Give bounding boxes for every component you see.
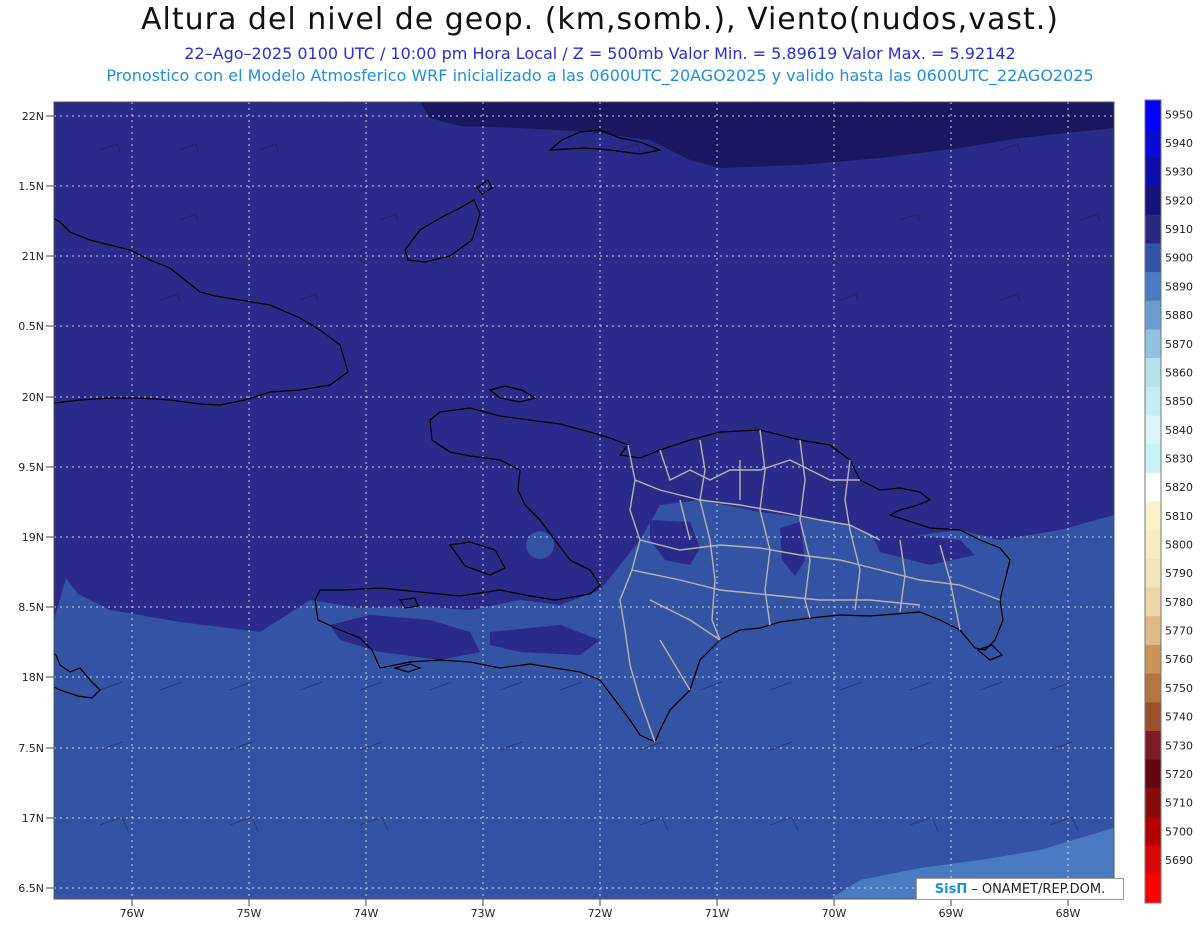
colorbar-label: 5820 <box>1165 481 1193 494</box>
colorbar-swatch <box>1145 329 1161 359</box>
colorbar-swatch <box>1145 472 1161 502</box>
lon-label: 72W <box>588 907 613 920</box>
colorbar-swatch <box>1145 386 1161 416</box>
colorbar-swatch <box>1145 415 1161 445</box>
colorbar-swatch <box>1145 730 1161 761</box>
colorbar-label: 5900 <box>1165 252 1193 265</box>
colorbar-swatch <box>1145 128 1161 158</box>
lat-label: 20N <box>22 391 44 404</box>
lon-label: 69W <box>939 907 964 920</box>
colorbar-swatch <box>1145 444 1161 474</box>
lat-label: 19N <box>22 531 44 544</box>
colorbar-label: 5810 <box>1165 510 1193 523</box>
colorbar-label: 5870 <box>1165 338 1193 351</box>
lat-label: 8.5N <box>18 601 44 614</box>
lat-label: 21N <box>22 250 44 263</box>
colorbar-label: 5740 <box>1165 711 1193 724</box>
colorbar-label: 5800 <box>1165 539 1193 552</box>
lon-label: 73W <box>471 907 496 920</box>
colorbar-label: 5860 <box>1165 366 1193 379</box>
colorbar-swatch <box>1145 759 1161 789</box>
map-figure: 22N 1.5N 21N 0.5N 20N 9.5N 19N 8.5N 18N … <box>18 99 1193 920</box>
credit-text: – ONAMET/REP.DOM. <box>971 881 1106 897</box>
colorbar-swatch <box>1145 272 1161 302</box>
lat-label: 17N <box>22 812 44 825</box>
lat-label: 7.5N <box>18 742 44 755</box>
field-blob <box>526 531 554 559</box>
lon-label: 68W <box>1056 907 1081 920</box>
colorbar-label: 5690 <box>1165 854 1193 867</box>
colorbar-label: 5930 <box>1165 166 1193 179</box>
sispi-logo: SisΠ <box>934 881 968 897</box>
colorbar-swatch <box>1145 702 1161 732</box>
colorbar-label: 5890 <box>1165 280 1193 293</box>
colorbar-swatch <box>1145 788 1161 818</box>
colorbar-swatch <box>1145 845 1161 875</box>
colorbar-swatch <box>1145 874 1161 904</box>
lon-axis: 76W 75W 74W 73W 72W 71W 70W 69W 68W <box>120 907 1081 920</box>
colorbar-label: 5710 <box>1165 797 1193 810</box>
colorbar-swatch <box>1145 300 1161 330</box>
colorbar: 5950 5940 5930 5920 5910 5900 5890 5880 5870 5860… <box>1144 99 1193 904</box>
lat-label: 6.5N <box>18 882 44 895</box>
colorbar-label: 5950 <box>1165 108 1193 121</box>
colorbar-swatch <box>1145 186 1161 216</box>
colorbar-swatch <box>1145 243 1161 273</box>
lat-label: 22N <box>22 110 44 123</box>
lat-label: 18N <box>22 671 44 684</box>
colorbar-label: 5700 <box>1165 825 1193 838</box>
colorbar-swatch <box>1145 100 1161 130</box>
colorbar-label: 5720 <box>1165 768 1193 781</box>
colorbar-label: 5750 <box>1165 682 1193 695</box>
lon-label: 74W <box>354 907 379 920</box>
lon-label: 71W <box>705 907 730 920</box>
lat-label: 9.5N <box>18 461 44 474</box>
colorbar-swatch <box>1145 644 1161 675</box>
colorbar-label: 5790 <box>1165 567 1193 580</box>
lat-label: 1.5N <box>18 180 44 193</box>
colorbar-swatch <box>1145 558 1161 589</box>
colorbar-swatch <box>1145 157 1161 187</box>
lon-label: 76W <box>120 907 145 920</box>
colorbar-label: 5940 <box>1165 137 1193 150</box>
colorbar-swatch <box>1145 358 1161 388</box>
colorbar-label: 5910 <box>1165 223 1193 236</box>
lon-label: 70W <box>822 907 847 920</box>
colorbar-swatch <box>1145 530 1161 560</box>
colorbar-label: 5880 <box>1165 309 1193 322</box>
colorbar-label: 5830 <box>1165 452 1193 465</box>
lat-label: 0.5N <box>18 320 44 333</box>
colorbar-swatch <box>1145 816 1161 847</box>
lat-axis: 22N 1.5N 21N 0.5N 20N 9.5N 19N 8.5N 18N … <box>18 110 44 895</box>
colorbar-label: 5730 <box>1165 739 1193 752</box>
colorbar-swatch <box>1145 616 1161 646</box>
colorbar-label: 5780 <box>1165 596 1193 609</box>
lon-label: 75W <box>237 907 262 920</box>
colorbar-label: 5770 <box>1165 625 1193 638</box>
colorbar-swatch <box>1145 501 1161 531</box>
credit-box: SisΠ – ONAMET/REP.DOM. <box>916 878 1124 900</box>
colorbar-label: 5840 <box>1165 424 1193 437</box>
colorbar-swatch <box>1145 214 1161 244</box>
colorbar-label: 5760 <box>1165 653 1193 666</box>
colorbar-label: 5850 <box>1165 395 1193 408</box>
map-area <box>54 102 1114 899</box>
colorbar-label: 5920 <box>1165 194 1193 207</box>
colorbar-swatch <box>1145 587 1161 617</box>
colorbar-swatch <box>1145 673 1161 703</box>
